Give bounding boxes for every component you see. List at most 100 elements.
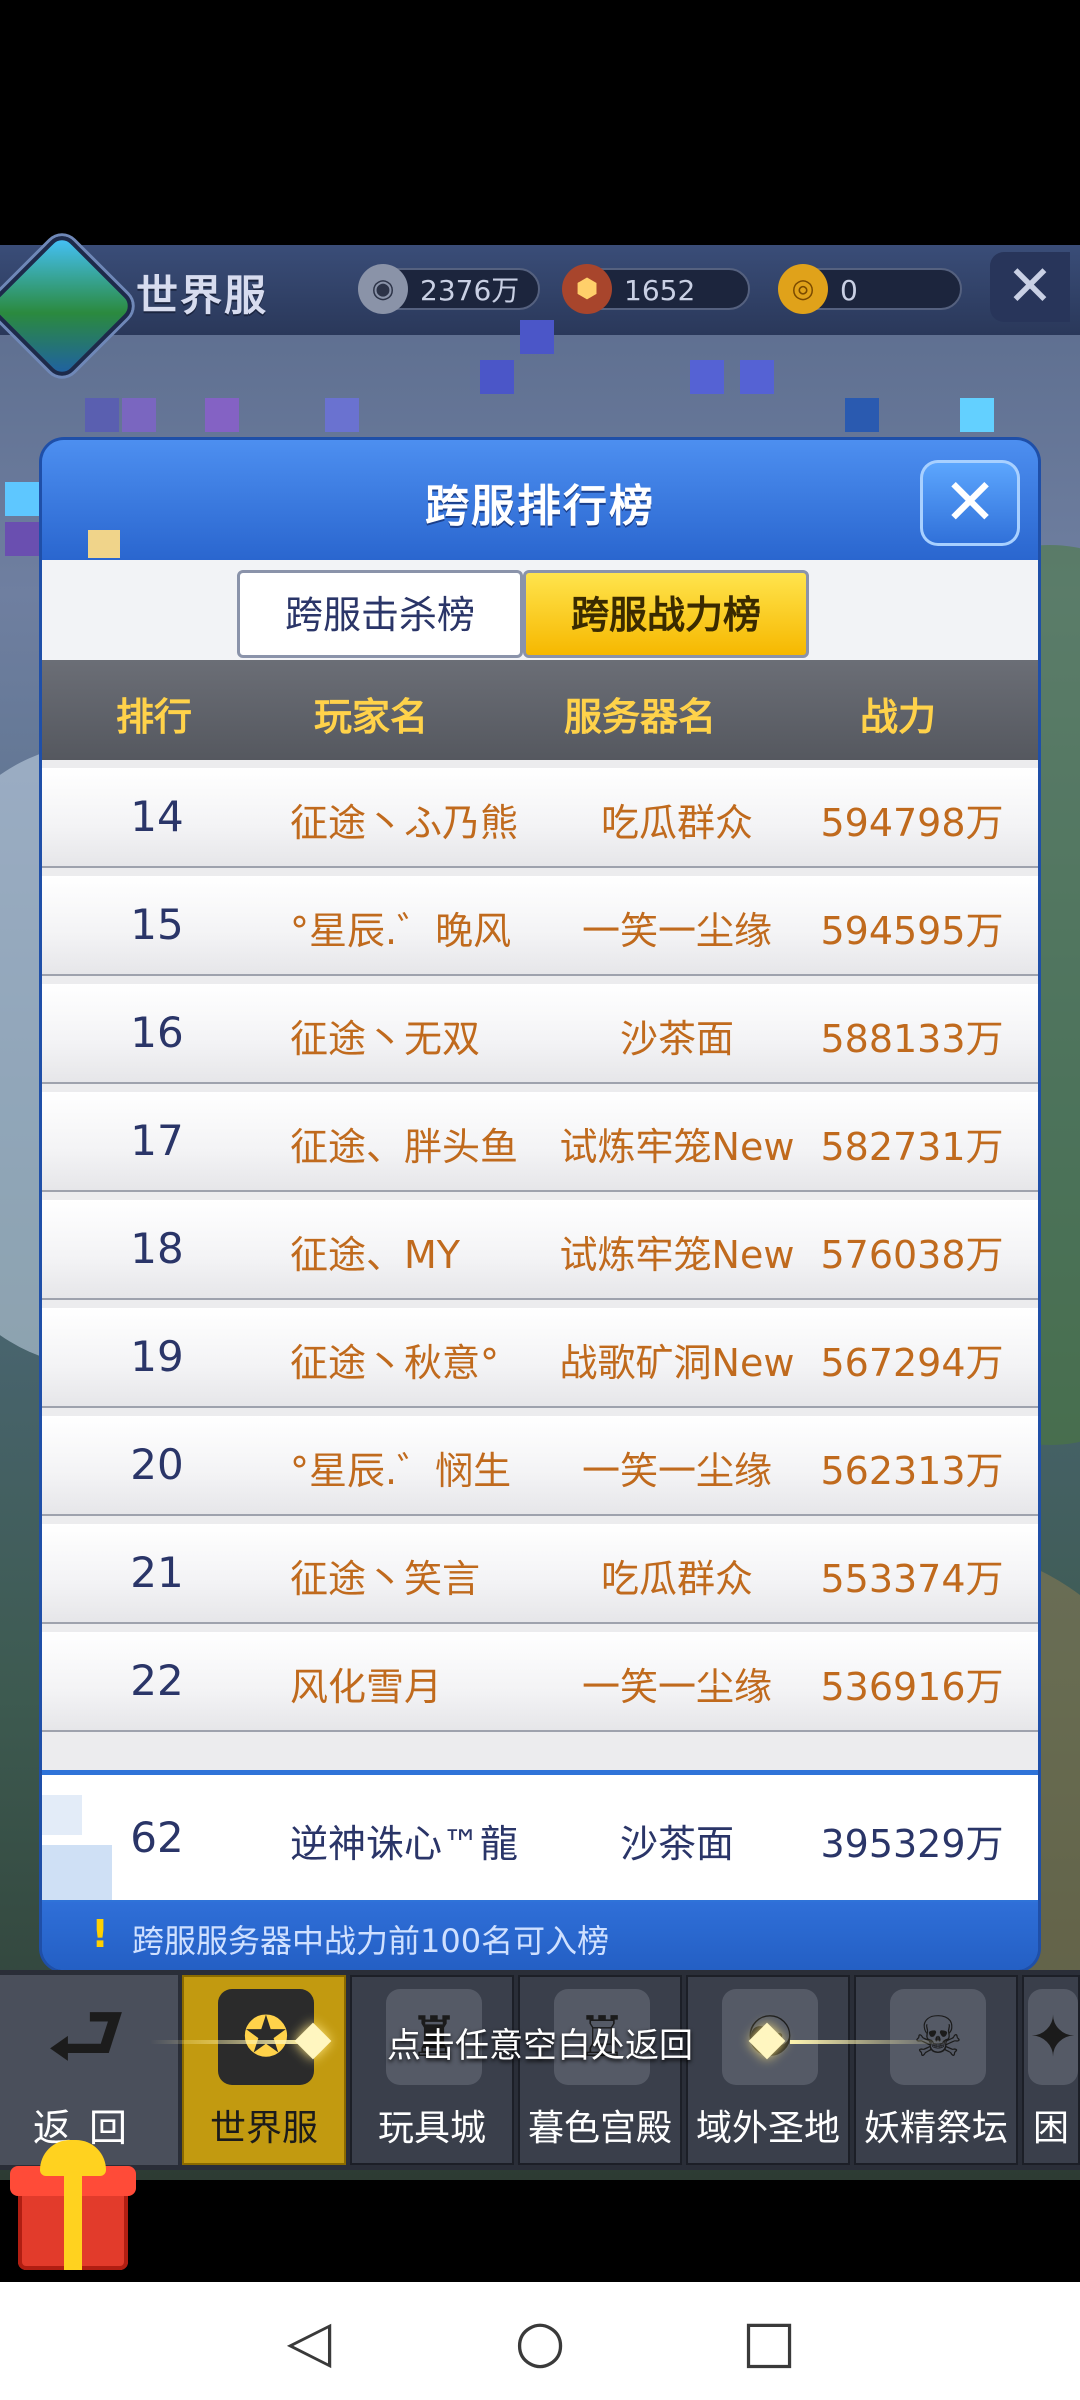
nav-twilight-palace[interactable]: ♖ 暮色宫殿 (518, 1975, 682, 2165)
warning-icon: ! (91, 1912, 109, 1956)
pixel-decoration (325, 398, 359, 432)
nav-fairy-altar[interactable]: ☠ 妖精祭坛 (854, 1975, 1018, 2165)
footer-note-text: 跨服服务器中战力前100名可入榜 (132, 1922, 610, 1960)
server-cell: 吃瓜群众 (600, 1557, 753, 1601)
footer-note: ! 跨服服务器中战力前100名可入榜 (42, 1902, 1038, 1970)
server-cell: 战歌矿洞New (559, 1341, 795, 1385)
my-rank-cell: 62 (130, 1813, 184, 1862)
power-cell: 594595万 (820, 909, 1004, 953)
gem-resource[interactable]: ⬢ 1652 (562, 264, 750, 314)
pixel-decoration (520, 320, 554, 354)
pixel-decoration (85, 398, 119, 432)
gem-value: 1652 (624, 274, 696, 307)
tab-kill-ranking[interactable]: 跨服击杀榜 (237, 570, 523, 658)
nav-label: 暮色宫殿 (527, 2108, 672, 2149)
recents-square-icon[interactable]: □ (736, 2308, 802, 2374)
power-cell: 576038万 (820, 1233, 1004, 1277)
server-cell: 一笑一尘缘 (581, 1449, 772, 1493)
rank-cell: 14 (130, 792, 184, 841)
table-row: 22 风化雪月 一笑一尘缘 536916万 (42, 1632, 1038, 1732)
back-button[interactable]: ⮐ 返回 (0, 1975, 178, 2165)
table-row: 15 °星辰.゛晚风 一笑一尘缘 594595万 (42, 876, 1038, 976)
table-row: 17 征途、胖头鱼 试炼牢笼New 582731万 (42, 1092, 1038, 1192)
power-cell: 536916万 (820, 1665, 1004, 1709)
nav-label: 域外圣地 (695, 2108, 840, 2149)
rank-cell: 22 (130, 1656, 184, 1705)
gift-box-icon[interactable] (8, 2140, 138, 2270)
server-cell: 试炼牢笼New (559, 1233, 795, 1277)
my-ranking-row: 62 逆神诛心™龍 沙茶面 395329万 (42, 1775, 1038, 1900)
tab-bar: 跨服击杀榜 跨服战力榜 (42, 560, 1038, 660)
table-row: 19 征途丶秋意° 战歌矿洞New 567294万 (42, 1308, 1038, 1408)
col-server: 服务器名 (564, 695, 717, 739)
silver-resource[interactable]: ◉ 2376万 (358, 264, 540, 314)
power-cell: 567294万 (820, 1341, 1004, 1385)
table-row: 21 征途丶笑言 吃瓜群众 553374万 (42, 1524, 1038, 1624)
home-circle-icon[interactable]: ○ (507, 2308, 573, 2374)
nav-label: 妖精祭坛 (863, 2108, 1008, 2149)
server-cell: 吃瓜群众 (600, 801, 753, 845)
server-cell: 沙茶面 (619, 1017, 734, 1061)
table-row: 14 征途丶ふ乃熊 吃瓜群众 594798万 (42, 768, 1038, 868)
rank-cell: 21 (130, 1548, 184, 1597)
gold-value: 0 (840, 274, 858, 307)
pixel-decoration (5, 522, 39, 556)
rank-cell: 15 (130, 900, 184, 949)
power-cell: 553374万 (820, 1557, 1004, 1601)
rank-cell: 17 (130, 1116, 184, 1165)
server-cell: 试炼牢笼New (559, 1125, 795, 1169)
player-cell: °星辰.゛悯生 (290, 1449, 512, 1493)
nav-world-server[interactable]: ✪ 世界服 (182, 1975, 346, 2165)
player-cell: °星辰.゛晚风 (290, 909, 512, 953)
pixel-decoration (845, 398, 879, 432)
nav-locked[interactable]: ✦ 困 (1022, 1975, 1080, 2165)
world-title: 世界服 (136, 271, 269, 320)
panel-close-button[interactable]: ✕ (920, 460, 1020, 546)
tap-anywhere-hint[interactable]: 点击任意空白处返回 (0, 2018, 1080, 2067)
nav-label: 世界服 (209, 2108, 318, 2149)
top-close-button[interactable]: ✕ (990, 252, 1070, 322)
rank-cell: 20 (130, 1440, 184, 1489)
gold-resource[interactable]: ◎ 0 (778, 264, 962, 314)
player-cell: 征途、胖头鱼 (290, 1125, 519, 1169)
player-cell: 征途丶秋意° (290, 1341, 500, 1385)
power-cell: 562313万 (820, 1449, 1004, 1493)
nav-label: 困 (1032, 2108, 1069, 2149)
my-player-cell: 逆神诛心™龍 (290, 1822, 519, 1866)
server-cell: 一笑一尘缘 (581, 1665, 772, 1709)
rank-cell: 16 (130, 1008, 184, 1057)
player-cell: 风化雪月 (290, 1665, 443, 1709)
nav-toy-city[interactable]: ♜ 玩具城 (350, 1975, 514, 2165)
power-cell: 582731万 (820, 1125, 1004, 1169)
my-server-cell: 沙茶面 (619, 1822, 734, 1866)
pixel-decoration (740, 360, 774, 394)
col-player: 玩家名 (314, 695, 429, 739)
ranking-list[interactable]: 14 征途丶ふ乃熊 吃瓜群众 594798万 15 °星辰.゛晚风 一笑一尘缘 … (42, 760, 1038, 1770)
hex-gem-icon: ⬢ (562, 264, 612, 314)
back-triangle-icon[interactable]: ◁ (276, 2308, 342, 2374)
panel-title: 跨服排行榜 (425, 481, 655, 532)
pixel-decoration (205, 398, 239, 432)
gift-ribbon (64, 2166, 82, 2270)
table-row: 18 征途、MY 试炼牢笼New 576038万 (42, 1200, 1038, 1300)
tab-power-ranking[interactable]: 跨服战力榜 (523, 570, 809, 658)
player-cell: 征途丶ふ乃熊 (290, 801, 519, 845)
rank-cell: 19 (130, 1332, 184, 1381)
pixel-decoration (88, 530, 120, 558)
nav-outer-sanctuary[interactable]: ☯ 域外圣地 (686, 1975, 850, 2165)
pixel-decoration (690, 360, 724, 394)
nav-label: 玩具城 (377, 2108, 486, 2149)
server-cell: 一笑一尘缘 (581, 909, 772, 953)
silver-coin-icon: ◉ (358, 264, 408, 314)
pixel-decoration (960, 398, 994, 432)
table-row: 20 °星辰.゛悯生 一笑一尘缘 562313万 (42, 1416, 1038, 1516)
col-power: 战力 (860, 695, 937, 739)
pixel-decoration (5, 482, 39, 516)
column-header: 排行 玩家名 服务器名 战力 (42, 660, 1038, 760)
panel-header: 跨服排行榜 ✕ (42, 440, 1038, 560)
power-cell: 588133万 (820, 1017, 1004, 1061)
my-power-cell: 395329万 (820, 1822, 1004, 1866)
silver-value: 2376万 (420, 274, 520, 307)
rank-cell: 18 (130, 1224, 184, 1273)
col-rank: 排行 (116, 695, 193, 739)
